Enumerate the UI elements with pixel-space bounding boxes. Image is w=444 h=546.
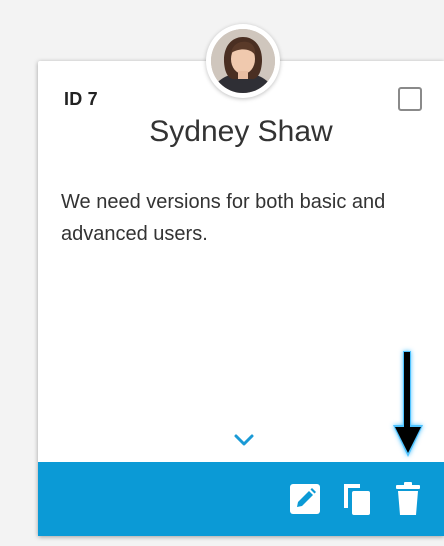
canvas: ID 7 Sydney Shaw We need versions for bo… xyxy=(0,0,444,546)
copy-icon[interactable] xyxy=(340,480,374,516)
chevron-down-icon[interactable] xyxy=(232,430,256,450)
avatar xyxy=(206,24,280,98)
trash-icon[interactable] xyxy=(391,480,425,516)
pencil-icon[interactable] xyxy=(288,480,322,516)
message-text: We need versions for both basic and adva… xyxy=(61,191,386,245)
record-id: ID 7 xyxy=(64,89,98,109)
select-checkbox[interactable] xyxy=(398,87,422,111)
user-photo xyxy=(211,29,275,93)
arrow-down-icon xyxy=(393,351,423,457)
card-action-bar xyxy=(38,462,444,536)
contact-name: Sydney Shaw xyxy=(149,115,333,148)
